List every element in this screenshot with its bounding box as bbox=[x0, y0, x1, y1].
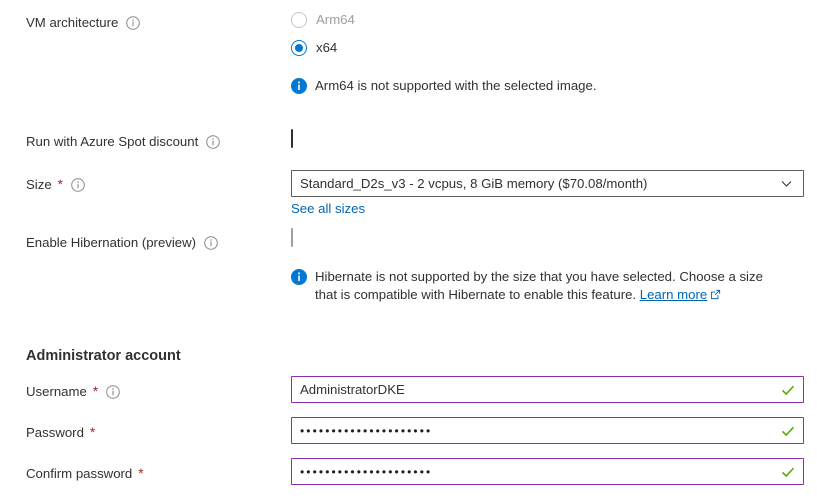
confirm-password-input-value: ••••••••••••••••••••• bbox=[300, 465, 433, 478]
vm-architecture-radio-group[interactable]: Arm64 x64 bbox=[291, 10, 355, 58]
username-label-text: Username bbox=[26, 384, 87, 399]
radio-option-x64[interactable]: x64 bbox=[291, 38, 355, 58]
radio-arm64[interactable] bbox=[291, 12, 307, 28]
size-required-marker: * bbox=[57, 177, 63, 192]
size-dropdown[interactable]: Standard_D2s_v3 - 2 vcpus, 8 GiB memory … bbox=[291, 170, 804, 197]
password-required-marker: * bbox=[89, 425, 96, 440]
checkmark-icon bbox=[781, 383, 795, 397]
radio-x64[interactable] bbox=[291, 40, 307, 56]
azure-spot-label: Run with Azure Spot discount bbox=[26, 133, 276, 150]
hibernation-checkbox-wrap bbox=[291, 228, 293, 247]
hibernation-info-text: Hibernate is not supported by the size t… bbox=[315, 268, 763, 304]
info-circle-icon[interactable] bbox=[106, 384, 120, 399]
vm-architecture-label: VM architecture bbox=[26, 14, 276, 31]
username-label: Username * bbox=[26, 383, 276, 400]
hibernation-info-line2: that is compatible with Hibernate to ena… bbox=[315, 287, 637, 302]
info-circle-icon[interactable] bbox=[126, 15, 141, 30]
confirm-password-input[interactable]: ••••••••••••••••••••• bbox=[291, 458, 804, 485]
azure-spot-checkbox[interactable] bbox=[291, 129, 293, 148]
checkmark-icon bbox=[781, 465, 795, 479]
radio-x64-label: x64 bbox=[316, 40, 338, 55]
size-label-text: Size bbox=[26, 177, 52, 192]
username-required-marker: * bbox=[92, 384, 99, 399]
info-circle-icon[interactable] bbox=[204, 235, 218, 250]
info-circle-icon[interactable] bbox=[71, 177, 85, 192]
administrator-account-heading: Administrator account bbox=[26, 348, 181, 364]
username-input[interactable]: AdministratorDKE bbox=[291, 376, 804, 403]
confirm-password-label: Confirm password * bbox=[26, 465, 276, 482]
password-input[interactable]: ••••••••••••••••••••• bbox=[291, 417, 804, 444]
username-field-wrap: AdministratorDKE bbox=[291, 376, 804, 403]
see-all-sizes-link[interactable]: See all sizes bbox=[291, 201, 365, 216]
chevron-down-icon[interactable] bbox=[780, 177, 793, 190]
checkmark-icon bbox=[781, 424, 795, 438]
hibernation-info-line1: Hibernate is not supported by the size t… bbox=[315, 269, 763, 284]
size-label: Size * bbox=[26, 176, 276, 193]
password-label-text: Password bbox=[26, 425, 84, 440]
radio-arm64-label: Arm64 bbox=[316, 12, 355, 27]
vm-architecture-info-text: Arm64 is not supported with the selected… bbox=[315, 78, 597, 93]
hibernation-label-text: Enable Hibernation (preview) bbox=[26, 235, 197, 250]
external-link-icon[interactable] bbox=[710, 287, 721, 300]
confirm-password-required-marker: * bbox=[138, 466, 144, 481]
info-filled-icon bbox=[291, 269, 307, 285]
hibernation-checkbox bbox=[291, 228, 293, 247]
azure-vm-create-form: VM architecture Arm64 x64 Arm64 is not s… bbox=[0, 0, 817, 503]
confirm-password-field-wrap: ••••••••••••••••••••• bbox=[291, 458, 804, 485]
info-filled-icon bbox=[291, 78, 307, 94]
info-circle-icon[interactable] bbox=[206, 134, 221, 149]
radio-option-arm64[interactable]: Arm64 bbox=[291, 10, 355, 30]
hibernation-label: Enable Hibernation (preview) bbox=[26, 234, 276, 251]
azure-spot-label-text: Run with Azure Spot discount bbox=[26, 134, 199, 149]
azure-spot-checkbox-wrap[interactable] bbox=[291, 129, 293, 148]
size-field-group: Standard_D2s_v3 - 2 vcpus, 8 GiB memory … bbox=[291, 170, 804, 218]
password-label: Password * bbox=[26, 424, 276, 441]
size-dropdown-value: Standard_D2s_v3 - 2 vcpus, 8 GiB memory … bbox=[300, 176, 648, 191]
vm-architecture-info-message: Arm64 is not supported with the selected… bbox=[291, 77, 596, 95]
vm-architecture-label-text: VM architecture bbox=[26, 15, 119, 30]
password-input-value: ••••••••••••••••••••• bbox=[300, 424, 433, 437]
confirm-password-label-text: Confirm password bbox=[26, 466, 133, 481]
hibernation-info-message: Hibernate is not supported by the size t… bbox=[291, 268, 763, 304]
hibernation-learn-more-link[interactable]: Learn more bbox=[640, 287, 707, 302]
password-field-wrap: ••••••••••••••••••••• bbox=[291, 417, 804, 444]
username-input-value: AdministratorDKE bbox=[300, 382, 405, 397]
